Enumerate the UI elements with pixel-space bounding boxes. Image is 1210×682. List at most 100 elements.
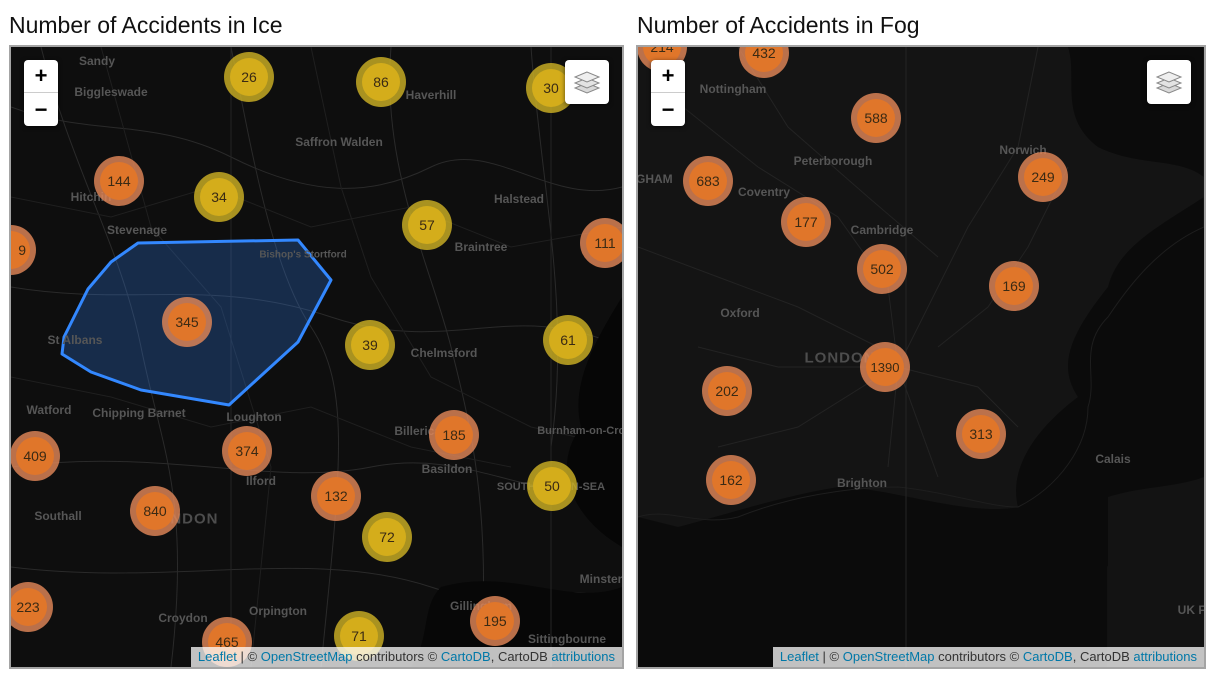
cartodb-link[interactable]: CartoDB — [441, 649, 491, 664]
cluster-count: 313 — [962, 415, 1000, 453]
cluster-marker[interactable]: 177 — [781, 197, 831, 247]
attrib-text: contributors © — [352, 649, 441, 664]
cluster-marker[interactable]: 34 — [194, 172, 244, 222]
cluster-marker[interactable]: 374 — [222, 426, 272, 476]
cluster-marker[interactable]: 162 — [706, 455, 756, 505]
place-label: Chipping Barnet — [92, 406, 186, 420]
cluster-marker[interactable]: 313 — [956, 409, 1006, 459]
cluster-count: 57 — [408, 206, 446, 244]
map-attribution: Leaflet | © OpenStreetMap contributors ©… — [772, 647, 1204, 667]
cluster-count: 195 — [476, 602, 514, 640]
cluster-marker[interactable]: 588 — [851, 93, 901, 143]
cluster-count: 111 — [586, 224, 622, 262]
cluster-count: 72 — [368, 518, 406, 556]
attributions-link[interactable]: attributions — [1133, 649, 1197, 664]
ice-map[interactable]: Sandy Biggleswade Haverhill Saffron Wald… — [9, 45, 624, 669]
place-label: NGHAM — [636, 172, 673, 186]
cluster-marker[interactable]: 50 — [527, 461, 577, 511]
cluster-marker[interactable]: 683 — [683, 156, 733, 206]
zoom-control: + − — [24, 60, 58, 126]
cluster-marker[interactable]: 169 — [989, 261, 1039, 311]
leaflet-link[interactable]: Leaflet — [780, 649, 819, 664]
place-label: Nottingham — [699, 82, 767, 96]
zoom-in-button[interactable]: + — [24, 60, 58, 93]
zoom-control: + − — [651, 60, 685, 126]
cluster-count: 169 — [995, 267, 1033, 305]
cluster-marker[interactable]: 144 — [94, 156, 144, 206]
place-label: Bishop's Stortford — [259, 249, 347, 261]
cluster-count: 1390 — [866, 348, 904, 386]
place-label: Southall — [34, 509, 82, 523]
place-label: Calais — [1095, 452, 1131, 466]
cluster-count: 9 — [11, 231, 30, 269]
cluster-count: 502 — [863, 250, 901, 288]
place-label: Oxford — [720, 306, 760, 320]
zoom-in-button[interactable]: + — [651, 60, 685, 93]
fog-map-title: Number of Accidents in Fog — [637, 12, 920, 38]
ice-map-title: Number of Accidents in Ice — [9, 12, 283, 38]
attributions-link[interactable]: attributions — [551, 649, 615, 664]
place-label: Haverhill — [405, 88, 457, 102]
cluster-count: 162 — [712, 461, 750, 499]
fog-map[interactable]: Nottingham Peterborough Norwich Coventry… — [636, 45, 1206, 669]
cluster-marker[interactable]: 502 — [857, 244, 907, 294]
cluster-marker[interactable]: 57 — [402, 200, 452, 250]
cluster-marker[interactable]: 132 — [311, 471, 361, 521]
place-label: Croydon — [158, 611, 208, 625]
cluster-count: 50 — [533, 467, 571, 505]
cluster-marker[interactable]: 72 — [362, 512, 412, 562]
cluster-marker[interactable]: 345 — [162, 297, 212, 347]
layers-icon — [1155, 71, 1183, 94]
osm-link[interactable]: OpenStreetMap — [261, 649, 353, 664]
cluster-marker[interactable]: 39 — [345, 320, 395, 370]
osm-link[interactable]: OpenStreetMap — [843, 649, 935, 664]
place-label: Peterborough — [793, 154, 873, 168]
cluster-count: 132 — [317, 477, 355, 515]
zoom-out-button[interactable]: − — [24, 93, 58, 126]
cluster-count: 432 — [745, 47, 783, 72]
attrib-text: , CartoDB — [490, 649, 552, 664]
place-label: Sandy — [78, 54, 116, 68]
place-label: Ilford — [246, 474, 276, 488]
cluster-marker[interactable]: 249 — [1018, 152, 1068, 202]
layers-button[interactable] — [1147, 60, 1191, 104]
place-label: Burnham-on-Crouch — [537, 425, 622, 437]
cluster-marker[interactable]: 185 — [429, 410, 479, 460]
place-label: Saffron Walden — [295, 135, 383, 149]
place-label: St Albans — [47, 333, 103, 347]
cluster-count: 39 — [351, 326, 389, 364]
cluster-count: 588 — [857, 99, 895, 137]
cluster-marker[interactable]: 86 — [356, 57, 406, 107]
cluster-count: 86 — [362, 63, 400, 101]
place-label: Brighton — [837, 476, 887, 490]
attrib-text: | © — [236, 649, 261, 664]
cluster-count: 177 — [787, 203, 825, 241]
cluster-marker[interactable]: 1390 — [860, 342, 910, 392]
cluster-marker[interactable]: 195 — [470, 596, 520, 646]
cluster-count: 374 — [228, 432, 266, 470]
attrib-text: , CartoDB — [1072, 649, 1134, 664]
place-label: Loughton — [226, 410, 282, 424]
cluster-marker[interactable]: 26 — [224, 52, 274, 102]
cluster-marker[interactable]: 840 — [130, 486, 180, 536]
place-label: Cambridge — [850, 223, 914, 237]
cluster-marker[interactable]: 202 — [702, 366, 752, 416]
cartodb-link[interactable]: CartoDB — [1023, 649, 1073, 664]
leaflet-link[interactable]: Leaflet — [198, 649, 237, 664]
place-label: Braintree — [454, 240, 508, 254]
place-label: Orpington — [249, 604, 307, 618]
layers-button[interactable] — [565, 60, 609, 104]
cluster-marker[interactable]: 409 — [11, 431, 60, 481]
place-label: UK FR — [1177, 603, 1206, 617]
cluster-marker[interactable]: 111 — [580, 218, 622, 268]
cluster-count: 34 — [200, 178, 238, 216]
cluster-count: 249 — [1024, 158, 1062, 196]
place-label: Minster — [579, 572, 623, 586]
zoom-out-button[interactable]: − — [651, 93, 685, 126]
cluster-count: 223 — [11, 588, 47, 626]
cluster-count: 683 — [689, 162, 727, 200]
place-label: Sittingbourne — [528, 632, 606, 646]
attrib-text: | © — [818, 649, 843, 664]
cluster-count: 345 — [168, 303, 206, 341]
cluster-marker[interactable]: 61 — [543, 315, 593, 365]
